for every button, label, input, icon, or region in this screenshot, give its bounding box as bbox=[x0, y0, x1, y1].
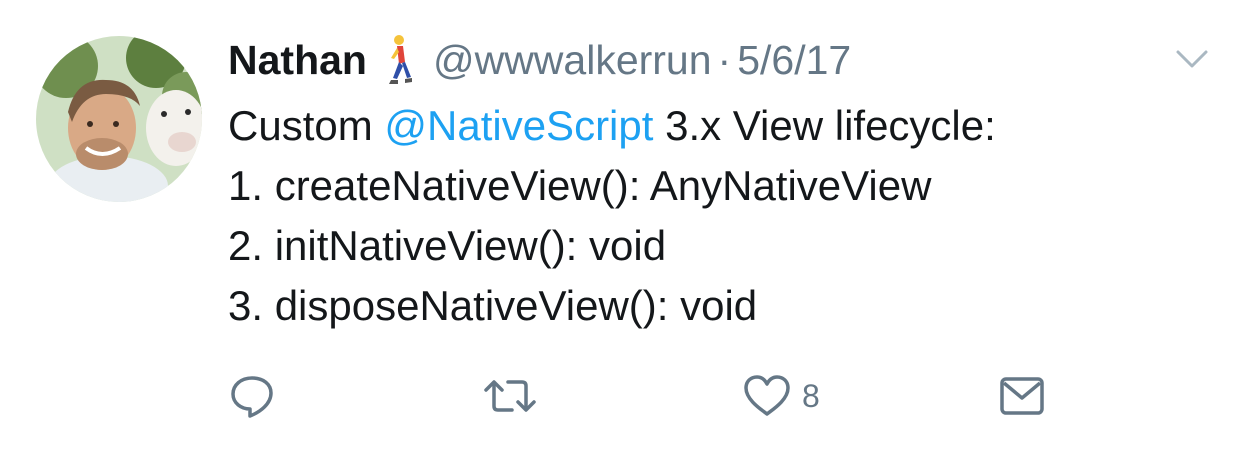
retweet-icon bbox=[484, 380, 536, 412]
tweet-text-line: 1. createNativeView(): AnyNativeView bbox=[228, 162, 932, 209]
tweet-date[interactable]: 5/6/17 bbox=[737, 37, 851, 84]
envelope-icon bbox=[1000, 377, 1044, 415]
reply-icon bbox=[231, 376, 273, 418]
reply-button[interactable] bbox=[228, 372, 276, 420]
tweet-card[interactable]: Nathan @wwwalkerrun · 5/6/17 Custom @Nat… bbox=[0, 0, 1242, 449]
avatar-image bbox=[36, 36, 202, 202]
chevron-down-icon[interactable] bbox=[1172, 44, 1212, 74]
tweet-text-line: 2. initNativeView(): void bbox=[228, 222, 667, 269]
separator-dot: · bbox=[717, 36, 732, 83]
like-button[interactable]: 8 bbox=[742, 372, 820, 420]
avatar[interactable] bbox=[36, 36, 202, 202]
tweet-text-line: 3. disposeNativeView(): void bbox=[228, 282, 758, 329]
mention-link[interactable]: @NativeScript bbox=[384, 102, 653, 149]
user-handle[interactable]: @wwwalkerrun bbox=[433, 37, 712, 84]
display-name[interactable]: Nathan bbox=[228, 37, 367, 84]
tweet-text-suffix: 3.x View lifecycle: bbox=[653, 102, 996, 149]
direct-message-button[interactable] bbox=[998, 372, 1046, 420]
tweet-text: Custom @NativeScript 3.x View lifecycle:… bbox=[228, 96, 1218, 336]
tweet-header: Nathan @wwwalkerrun · 5/6/17 bbox=[228, 30, 851, 90]
tweet-text-prefix: Custom bbox=[228, 102, 385, 149]
person-walking-icon bbox=[383, 34, 413, 86]
heart-icon bbox=[744, 375, 790, 416]
like-count: 8 bbox=[802, 377, 820, 414]
retweet-button[interactable] bbox=[482, 372, 538, 420]
tweet-text-line-intro: Custom @NativeScript 3.x View lifecycle: bbox=[228, 96, 1218, 156]
